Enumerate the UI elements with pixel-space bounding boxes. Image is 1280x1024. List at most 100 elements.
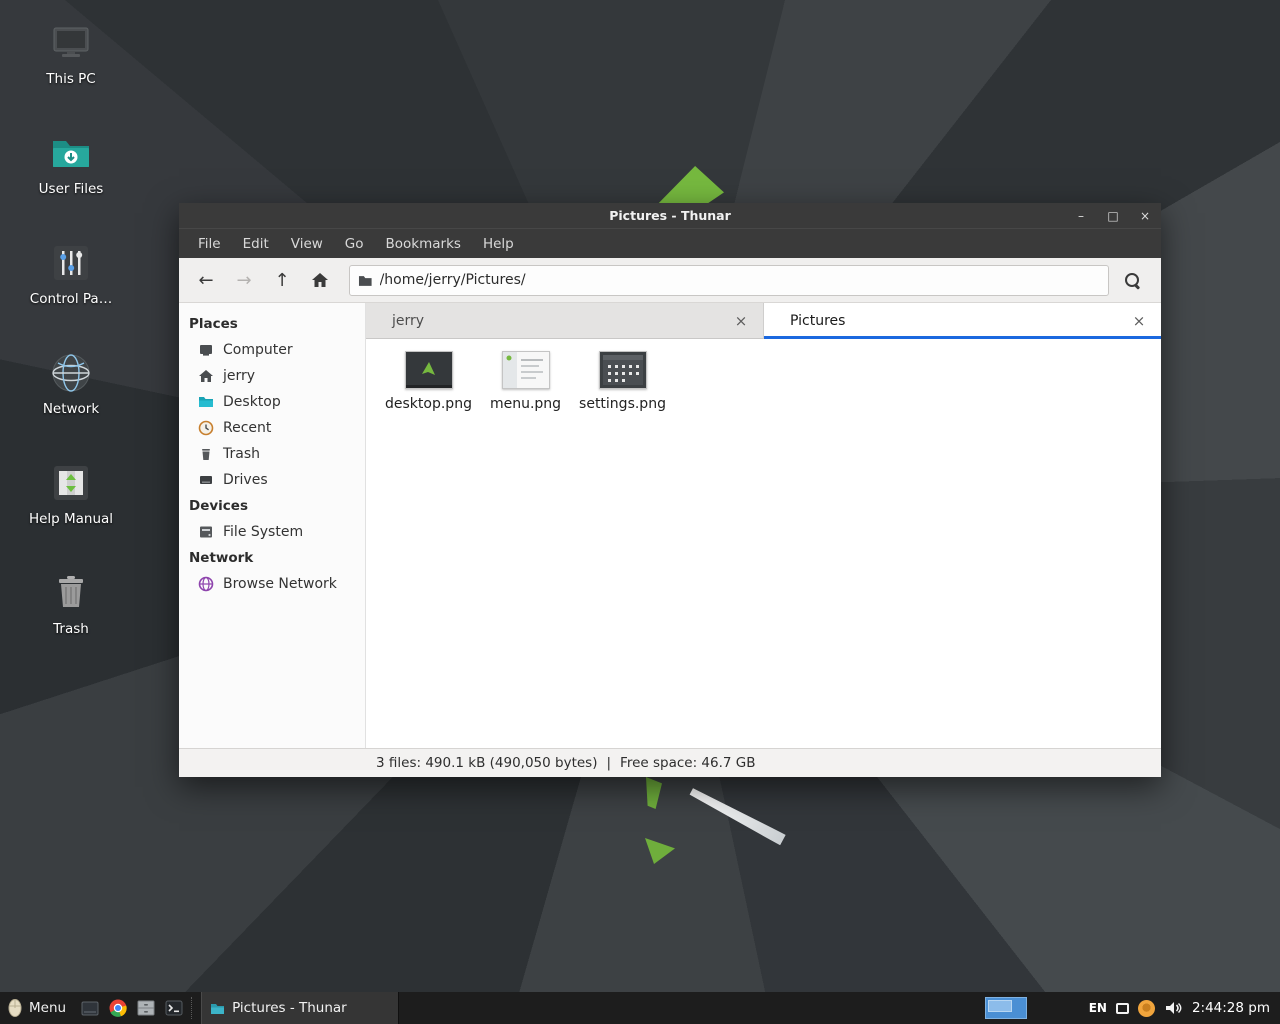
clock[interactable]: 2:44:28 pm bbox=[1192, 1000, 1280, 1016]
desktop-icon-user-files[interactable]: User Files bbox=[12, 130, 130, 240]
chrome-launcher[interactable] bbox=[104, 992, 132, 1024]
desktop-icon-help-manual[interactable]: Help Manual bbox=[12, 460, 130, 570]
file-menu-png[interactable]: menu.png bbox=[477, 351, 574, 412]
tab-jerry[interactable]: jerry × bbox=[366, 303, 764, 339]
desktop-icon-control-panel[interactable]: Control Pa… bbox=[12, 240, 130, 350]
applications-menu-button[interactable]: Menu bbox=[0, 992, 76, 1024]
menu-help[interactable]: Help bbox=[472, 229, 525, 259]
wallpaper-green-accent bbox=[646, 777, 662, 809]
menubar: File Edit View Go Bookmarks Help bbox=[179, 228, 1161, 258]
desktop-icon-this-pc[interactable]: This PC bbox=[12, 20, 130, 130]
sidebar-item-file-system[interactable]: File System bbox=[179, 519, 365, 545]
sidebar-item-drives[interactable]: Drives bbox=[179, 467, 365, 493]
desktop-icon-trash[interactable]: Trash bbox=[12, 570, 130, 680]
clock-icon bbox=[198, 420, 214, 436]
search-icon bbox=[1125, 273, 1139, 287]
terminal-launcher[interactable] bbox=[160, 992, 188, 1024]
path-folder-icon bbox=[358, 274, 373, 287]
file-view[interactable]: desktop.png menu.p bbox=[366, 339, 1161, 748]
task-button-thunar[interactable]: Pictures - Thunar bbox=[201, 992, 399, 1024]
tab-close-icon[interactable]: × bbox=[732, 312, 750, 330]
menu-bookmarks[interactable]: Bookmarks bbox=[375, 229, 472, 259]
trash-icon bbox=[198, 446, 214, 462]
sidebar-item-label: Browse Network bbox=[223, 576, 337, 592]
maximize-button[interactable]: □ bbox=[1097, 203, 1129, 228]
speaker-icon bbox=[1165, 1001, 1182, 1015]
home-icon bbox=[198, 368, 214, 384]
tab-label: Pictures bbox=[790, 313, 1130, 329]
tray-notifier-icon[interactable] bbox=[1138, 1000, 1155, 1017]
volume-button[interactable] bbox=[1165, 1001, 1182, 1015]
sidebar-item-jerry[interactable]: jerry bbox=[179, 363, 365, 389]
desktop-icon-label: Help Manual bbox=[29, 511, 113, 527]
help-manual-icon bbox=[48, 460, 94, 506]
menu-view[interactable]: View bbox=[280, 229, 334, 259]
sidebar-item-label: Recent bbox=[223, 420, 271, 436]
up-button[interactable]: ↑ bbox=[265, 264, 299, 296]
sidebar-item-browse-network[interactable]: Browse Network bbox=[179, 571, 365, 597]
system-tray: EN 2:44:28 pm bbox=[985, 992, 1280, 1024]
status-free-space: Free space: 46.7 GB bbox=[620, 755, 755, 771]
forward-button[interactable]: → bbox=[227, 264, 261, 296]
desktop-icon-label: Control Pa… bbox=[30, 291, 112, 307]
close-button[interactable]: × bbox=[1129, 203, 1161, 228]
keyboard-layout-indicator[interactable]: EN bbox=[1089, 1001, 1107, 1015]
show-desktop-icon bbox=[81, 1001, 99, 1016]
sidebar-item-label: Drives bbox=[223, 472, 268, 488]
file-manager-launcher[interactable] bbox=[132, 992, 160, 1024]
desktop-icon-column: This PC User Files Control Pa… bbox=[12, 20, 130, 680]
home-button[interactable] bbox=[303, 264, 337, 296]
tab-label: jerry bbox=[392, 313, 732, 329]
file-name: settings.png bbox=[579, 396, 666, 412]
show-desktop-button[interactable] bbox=[76, 992, 104, 1024]
status-bar: 3 files: 490.1 kB (490,050 bytes) | Free… bbox=[179, 748, 1161, 777]
desktop-icon-network[interactable]: Network bbox=[12, 350, 130, 460]
back-button[interactable]: ← bbox=[189, 264, 223, 296]
menu-go[interactable]: Go bbox=[334, 229, 375, 259]
sidebar-item-desktop[interactable]: Desktop bbox=[179, 389, 365, 415]
tab-pictures[interactable]: Pictures × bbox=[764, 303, 1161, 339]
user-files-folder-icon bbox=[48, 130, 94, 176]
path-bar bbox=[349, 265, 1109, 296]
thunar-window: Pictures - Thunar – □ × File Edit View G… bbox=[179, 203, 1161, 777]
sidebar-header-devices: Devices bbox=[179, 493, 365, 519]
wallpaper-white-accent bbox=[688, 786, 785, 845]
sidebar-header-places: Places bbox=[179, 311, 365, 337]
sidebar-item-label: File System bbox=[223, 524, 303, 540]
window-body: Places Computer jerry Desktop bbox=[179, 303, 1161, 748]
titlebar[interactable]: Pictures - Thunar – □ × bbox=[179, 203, 1161, 228]
computer-icon bbox=[48, 20, 94, 66]
sidebar-header-network: Network bbox=[179, 545, 365, 571]
sidebar-item-recent[interactable]: Recent bbox=[179, 415, 365, 441]
drive-icon bbox=[198, 472, 214, 488]
file-manager-icon bbox=[137, 1000, 155, 1016]
trash-can-icon bbox=[48, 570, 94, 616]
path-input[interactable] bbox=[380, 272, 1100, 288]
pager-window-preview bbox=[988, 1000, 1012, 1012]
sidebar-item-trash[interactable]: Trash bbox=[179, 441, 365, 467]
sidebar-item-computer[interactable]: Computer bbox=[179, 337, 365, 363]
home-icon bbox=[311, 272, 329, 288]
window-title: Pictures - Thunar bbox=[179, 208, 1161, 223]
sidebar: Places Computer jerry Desktop bbox=[179, 303, 366, 748]
tray-window-icon[interactable] bbox=[1116, 1003, 1129, 1014]
tab-close-icon[interactable]: × bbox=[1130, 312, 1148, 330]
network-browse-icon bbox=[198, 576, 214, 592]
status-separator: | bbox=[606, 755, 611, 771]
desktop-icon-label: User Files bbox=[39, 181, 104, 197]
chrome-icon bbox=[109, 999, 127, 1017]
file-settings-png[interactable]: settings.png bbox=[574, 351, 671, 412]
file-desktop-png[interactable]: desktop.png bbox=[380, 351, 477, 412]
desktop-icon-label: This PC bbox=[46, 71, 95, 87]
minimize-button[interactable]: – bbox=[1065, 203, 1097, 228]
settings-screenshot-thumbnail bbox=[599, 351, 647, 389]
taskbar: Menu bbox=[0, 992, 1280, 1024]
sidebar-item-label: jerry bbox=[223, 368, 255, 384]
filesystem-drive-icon bbox=[198, 524, 214, 540]
workspace-pager[interactable] bbox=[985, 997, 1027, 1019]
sidebar-item-label: Desktop bbox=[223, 394, 281, 410]
search-button[interactable] bbox=[1113, 264, 1151, 296]
network-globe-icon bbox=[48, 350, 94, 396]
menu-edit[interactable]: Edit bbox=[232, 229, 280, 259]
menu-file[interactable]: File bbox=[187, 229, 232, 259]
